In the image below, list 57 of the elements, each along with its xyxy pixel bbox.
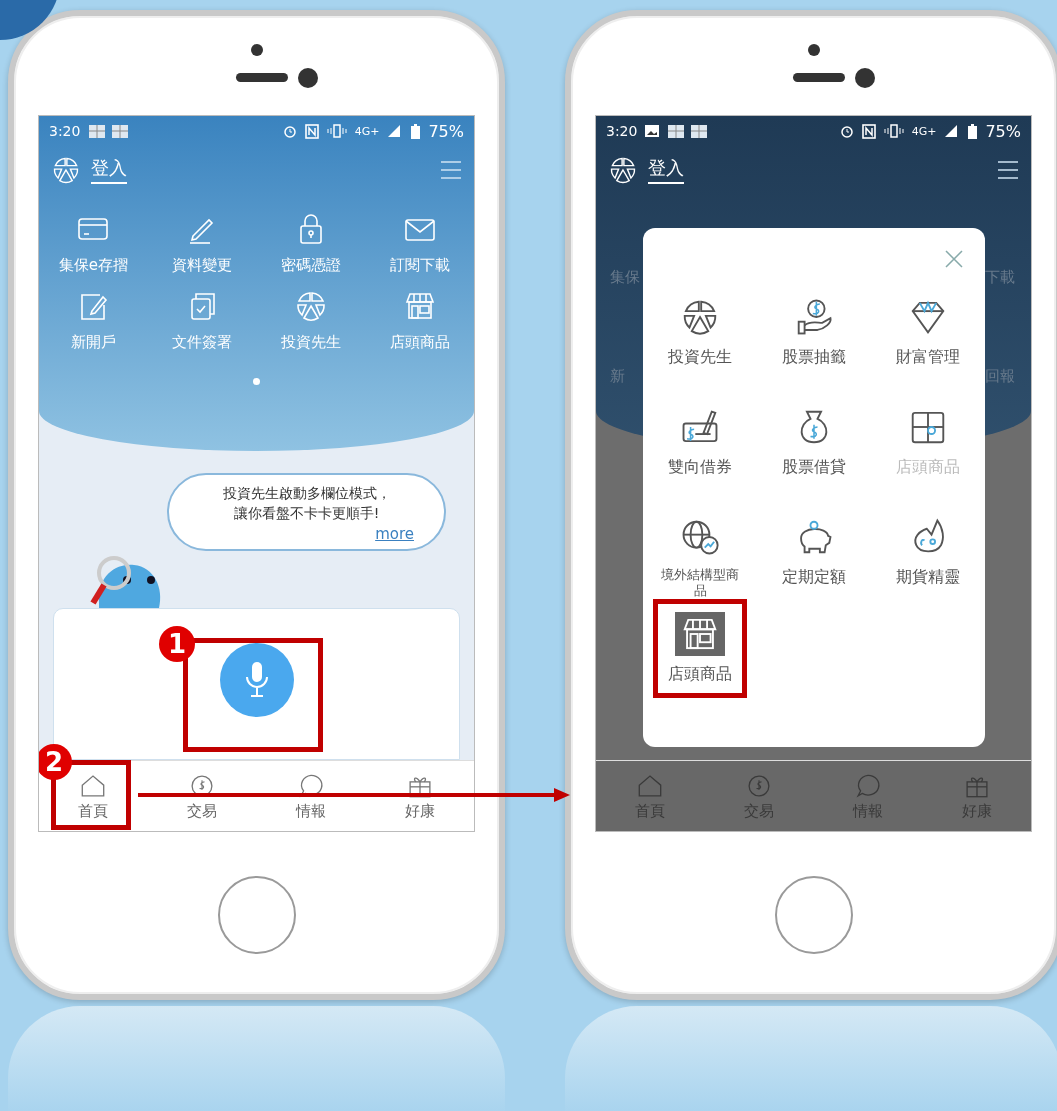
phone-camera bbox=[297, 67, 318, 88]
nfc-icon bbox=[861, 123, 876, 139]
nav-tab[interactable]: 首頁 bbox=[78, 771, 109, 821]
phone-speaker bbox=[235, 73, 288, 82]
page-indicator bbox=[253, 378, 260, 385]
phone-home-button[interactable] bbox=[217, 876, 296, 954]
nav-tab[interactable]: 好康 bbox=[404, 771, 435, 821]
battery-percent: 75% bbox=[985, 121, 1021, 141]
shortcut-label: 下載 bbox=[985, 268, 1015, 287]
logo-icon bbox=[608, 155, 638, 185]
product-item[interactable]: 期貨精靈 bbox=[881, 502, 975, 601]
battery-icon bbox=[968, 123, 978, 139]
phone-speaker bbox=[792, 73, 845, 82]
status-time: 3:20 bbox=[606, 123, 638, 139]
phone-camera bbox=[854, 67, 875, 88]
network-type: 4G+ bbox=[911, 124, 937, 138]
login-link[interactable]: 登入 bbox=[648, 156, 684, 184]
product-item[interactable]: 股票借貸 bbox=[767, 392, 861, 491]
close-icon[interactable] bbox=[943, 248, 965, 270]
battery-icon bbox=[411, 123, 421, 139]
alarm-icon bbox=[282, 124, 297, 138]
vibrate-icon bbox=[883, 124, 904, 138]
shortcut-label[interactable]: 集保e存摺 bbox=[58, 256, 128, 275]
network-type: 4G+ bbox=[354, 124, 380, 138]
more-link[interactable]: more bbox=[375, 525, 414, 543]
phone-home-button[interactable] bbox=[774, 876, 853, 954]
phone-sensor bbox=[250, 43, 263, 56]
shortcut-label[interactable]: 密碼憑證 bbox=[280, 256, 341, 275]
bubble-text: 讓你看盤不卡卡更順手! bbox=[233, 505, 380, 523]
product-item[interactable]: 股票抽籤 bbox=[767, 282, 861, 381]
shortcut-label[interactable]: 資料變更 bbox=[172, 256, 233, 275]
shortcut-label[interactable]: 訂閱下載 bbox=[389, 256, 450, 275]
shortcut-label[interactable]: 文件簽署 bbox=[172, 333, 233, 352]
shortcut-label: 新 bbox=[610, 367, 625, 386]
logo-icon bbox=[51, 155, 81, 185]
bubble-text: 投資先生啟動多欄位模式， bbox=[222, 485, 391, 503]
alarm-icon bbox=[839, 124, 854, 138]
nav-tab[interactable]: 情報 bbox=[295, 771, 326, 821]
shortcut-label: 回報 bbox=[985, 367, 1015, 386]
shortcut-label[interactable]: 新開戶 bbox=[70, 333, 116, 352]
product-item[interactable]: 財富管理 bbox=[881, 282, 975, 381]
product-item[interactable]: 店頭商品 bbox=[653, 599, 747, 698]
nfc-icon bbox=[304, 123, 319, 139]
product-item[interactable]: 定期定額 bbox=[767, 502, 861, 601]
nav-tab[interactable]: 交易 bbox=[187, 771, 218, 821]
phone-sensor bbox=[807, 43, 820, 56]
shortcut-label[interactable]: 店頭商品 bbox=[389, 333, 450, 352]
vibrate-icon bbox=[326, 124, 347, 138]
image-icon bbox=[645, 125, 660, 137]
login-link[interactable]: 登入 bbox=[91, 156, 127, 184]
product-item[interactable]: 投資先生 bbox=[653, 282, 747, 381]
shortcut-label[interactable]: 投資先生 bbox=[280, 333, 341, 352]
menu-icon[interactable] bbox=[997, 160, 1019, 180]
battery-percent: 75% bbox=[428, 121, 464, 141]
product-item[interactable]: 雙向借券 bbox=[653, 392, 747, 491]
shortcut-label: 集保 bbox=[610, 268, 640, 287]
status-time: 3:20 bbox=[49, 123, 81, 139]
